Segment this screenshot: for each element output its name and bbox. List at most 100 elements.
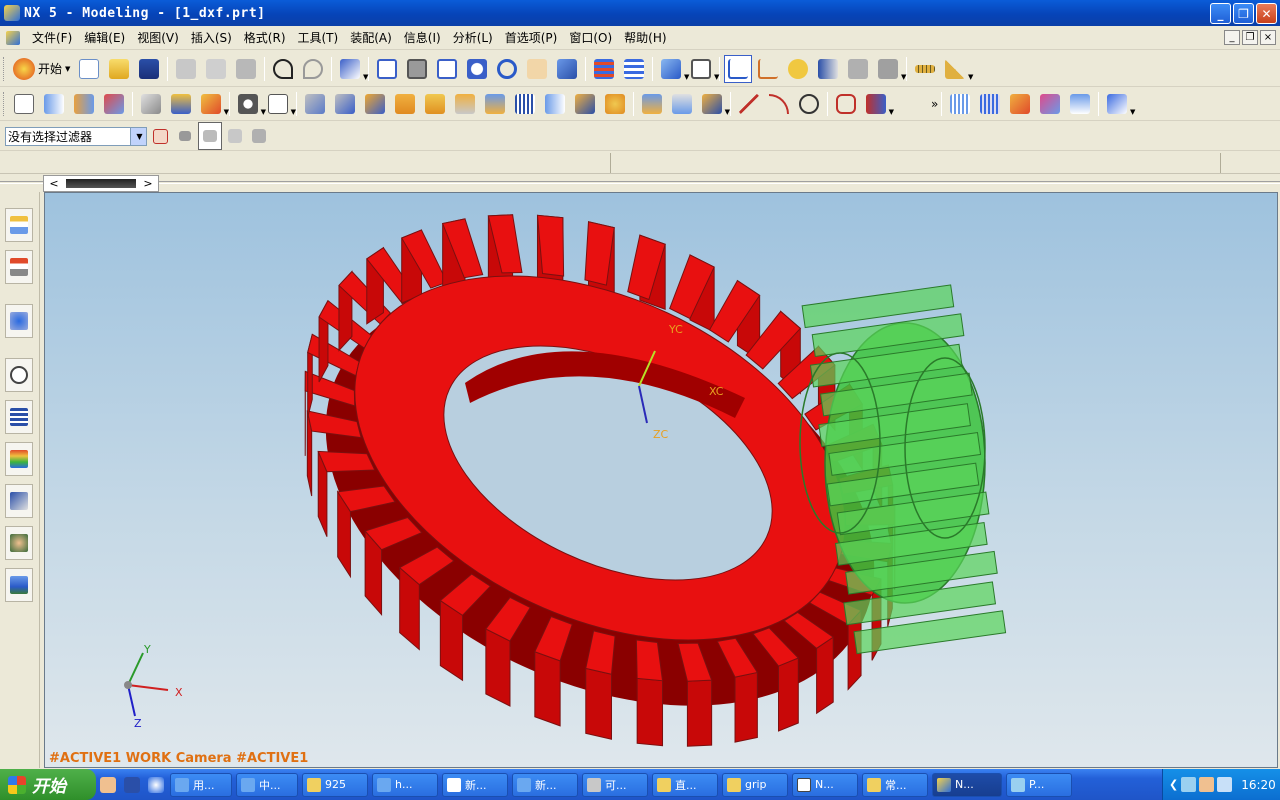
palette-tab[interactable] <box>5 442 33 476</box>
menu-assemblies[interactable]: 装配(A) <box>344 28 398 48</box>
wcs-display-button[interactable]: ▼ <box>874 55 906 83</box>
reuse-library-tab[interactable] <box>5 400 33 434</box>
boss-button[interactable] <box>391 90 419 118</box>
paste-button[interactable] <box>232 55 260 83</box>
trim-body-button[interactable] <box>541 90 569 118</box>
save-button[interactable] <box>135 55 163 83</box>
select-component-button[interactable] <box>248 122 270 150</box>
model-view[interactable]: YC XC ZC Y X Z <box>45 193 1278 768</box>
menu-window[interactable]: 窗口(O) <box>563 28 618 48</box>
sketch-button[interactable] <box>10 90 38 118</box>
taskbar-item[interactable]: 新... <box>442 772 508 797</box>
datum-csys-button[interactable]: ▼ <box>197 90 229 118</box>
copy-button[interactable] <box>202 55 230 83</box>
measure-angle-button[interactable]: ▼ <box>941 55 973 83</box>
datum-axis-button[interactable] <box>167 90 195 118</box>
chevron-left-icon[interactable]: < <box>44 176 64 191</box>
snap-point-button[interactable] <box>148 122 172 150</box>
datum-plane-button[interactable] <box>137 90 165 118</box>
system-materials-tab[interactable] <box>5 568 33 602</box>
measure-distance-button[interactable] <box>911 55 939 83</box>
wcs-button[interactable] <box>724 54 753 83</box>
quicklaunch-app[interactable] <box>97 774 119 796</box>
surface-options-button[interactable]: ▼ <box>1103 90 1135 118</box>
taskbar-item[interactable]: 可... <box>582 772 648 797</box>
taskbar-item[interactable]: h... <box>372 772 438 797</box>
cut-button[interactable] <box>172 55 200 83</box>
document-icon[interactable] <box>6 30 20 45</box>
type-filter-dropdown[interactable]: 没有选择过滤器 ▼ <box>5 126 147 146</box>
menu-information[interactable]: 信息(I) <box>398 28 447 48</box>
new-button[interactable] <box>75 55 103 83</box>
taskbar-item[interactable]: N... <box>792 772 858 797</box>
taskbar-item[interactable]: 新... <box>512 772 578 797</box>
toolbar-grip[interactable] <box>3 91 6 116</box>
toolbar-grip[interactable] <box>3 56 6 81</box>
taskbar-item[interactable]: P... <box>1006 772 1072 797</box>
browser-tab[interactable] <box>5 304 33 338</box>
boolean-button[interactable]: ▼ <box>234 90 266 118</box>
minimize-button[interactable]: _ <box>1210 3 1231 24</box>
pad-button[interactable] <box>451 90 479 118</box>
hole-button[interactable] <box>361 90 389 118</box>
chevron-right-icon[interactable]: > <box>138 176 158 191</box>
arc-button[interactable] <box>765 90 793 118</box>
roles-tab[interactable] <box>5 526 33 560</box>
tab-active-part[interactable] <box>66 179 136 188</box>
taskbar-item-active[interactable]: N... <box>932 772 1002 797</box>
taskbar-item[interactable]: 用... <box>170 772 232 797</box>
shell-button[interactable] <box>481 90 509 118</box>
redo-button[interactable] <box>299 55 327 83</box>
polygon-button[interactable] <box>832 90 860 118</box>
perspective-button[interactable] <box>553 55 581 83</box>
quicklaunch-app[interactable] <box>145 774 167 796</box>
windows-start-button[interactable]: 开始 <box>0 769 96 800</box>
ruled-surface-button[interactable] <box>946 90 974 118</box>
zoom-box-button[interactable] <box>403 55 431 83</box>
chevron-down-icon[interactable]: ▼ <box>130 127 146 145</box>
menu-analysis[interactable]: 分析(L) <box>447 28 499 48</box>
scale-body-button[interactable] <box>638 90 666 118</box>
rotate-button[interactable] <box>493 55 521 83</box>
wcs-orient-button[interactable] <box>814 55 842 83</box>
taskbar-item[interactable]: 直... <box>652 772 718 797</box>
block-button[interactable]: ▼ <box>264 90 296 118</box>
menu-insert[interactable]: 插入(S) <box>185 28 238 48</box>
assembly-navigator-tab[interactable] <box>5 208 33 242</box>
restore-button[interactable]: ❐ <box>1233 3 1254 24</box>
sweep-button[interactable] <box>100 90 128 118</box>
part-navigator-tab[interactable] <box>5 250 33 284</box>
menu-format[interactable]: 格式(R) <box>238 28 292 48</box>
wcs-rotate-button[interactable] <box>784 55 812 83</box>
undo-button[interactable] <box>269 55 297 83</box>
selection-button[interactable]: ▼ <box>336 55 368 83</box>
network-icon[interactable] <box>1181 777 1197 792</box>
user-icon[interactable] <box>1199 777 1215 792</box>
edge-blend-button[interactable] <box>301 90 329 118</box>
menu-file[interactable]: 文件(F) <box>26 28 78 48</box>
select-feature-button[interactable] <box>224 122 246 150</box>
menu-tools[interactable]: 工具(T) <box>292 28 345 48</box>
chamfer-button[interactable] <box>331 90 359 118</box>
pan-button[interactable] <box>523 55 551 83</box>
thicken-button[interactable] <box>668 90 696 118</box>
bounded-plane-button[interactable] <box>1036 90 1064 118</box>
quick-pick-button[interactable] <box>198 122 222 150</box>
line-button[interactable] <box>735 90 763 118</box>
offset-face-button[interactable] <box>601 90 629 118</box>
taskbar-item[interactable]: 常... <box>862 772 928 797</box>
split-body-button[interactable] <box>571 90 599 118</box>
history-tab[interactable] <box>5 358 33 392</box>
network-icon[interactable] <box>1217 777 1233 792</box>
through-curves-button[interactable] <box>976 90 1004 118</box>
fit-button[interactable] <box>373 55 401 83</box>
revolve-button[interactable] <box>70 90 98 118</box>
menu-view[interactable]: 视图(V) <box>131 28 185 48</box>
menu-preferences[interactable]: 首选项(P) <box>499 28 564 48</box>
pattern-button[interactable]: ▼ <box>698 90 730 118</box>
close-button[interactable]: ✕ <box>1256 3 1277 24</box>
extrude-button[interactable] <box>40 90 68 118</box>
undo-selection-button[interactable] <box>174 122 196 150</box>
toolbar-overflow[interactable]: » <box>931 97 938 111</box>
spline-button[interactable]: ▼ <box>862 90 894 118</box>
